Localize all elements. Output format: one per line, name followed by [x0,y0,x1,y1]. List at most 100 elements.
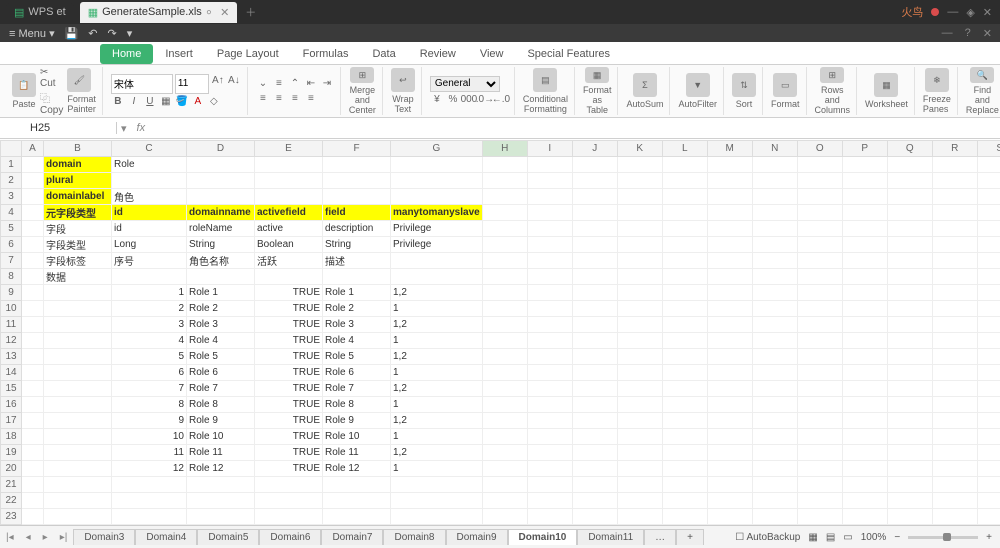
cell[interactable]: 1 [391,365,483,381]
comma-icon[interactable]: 000 [462,93,476,107]
cell[interactable] [617,429,662,445]
cell[interactable] [707,269,752,285]
cell[interactable]: 角色名称 [187,253,255,269]
cell[interactable] [572,509,617,525]
cell[interactable] [112,269,187,285]
tab-data[interactable]: Data [360,44,407,64]
cell[interactable] [527,349,572,365]
cell[interactable] [187,493,255,509]
cell[interactable]: Role 12 [323,461,391,477]
cell[interactable] [842,189,887,205]
cell[interactable] [752,173,797,189]
cell[interactable] [977,429,1000,445]
font-name-input[interactable] [111,74,173,94]
cell[interactable] [572,317,617,333]
cell[interactable] [572,221,617,237]
cell[interactable] [752,397,797,413]
align-justify-icon[interactable]: ≡ [304,92,318,106]
col-header[interactable]: L [662,141,707,157]
dec-inc-icon[interactable]: .0→ [478,93,492,107]
cell[interactable] [662,205,707,221]
cell[interactable] [527,429,572,445]
cell[interactable] [932,477,977,493]
row-header[interactable]: 3 [1,189,22,205]
cell[interactable]: TRUE [255,461,323,477]
zoom-in-icon[interactable]: + [986,532,992,543]
cell[interactable] [617,461,662,477]
cell[interactable]: 1,2 [391,317,483,333]
cell[interactable] [323,493,391,509]
cell[interactable] [977,349,1000,365]
cell[interactable] [255,509,323,525]
cell[interactable] [572,269,617,285]
redo-icon[interactable]: ↷ [108,27,117,40]
cell[interactable] [482,445,527,461]
cell[interactable] [44,317,112,333]
cell[interactable]: 1,2 [391,445,483,461]
fmttable-icon[interactable]: ▦ [585,67,609,83]
cell[interactable] [662,381,707,397]
tab-home[interactable]: Home [100,44,153,64]
col-header[interactable]: A [22,141,44,157]
cell[interactable] [887,381,932,397]
number-format-select[interactable]: General [430,76,500,92]
cell[interactable] [842,285,887,301]
cell[interactable] [887,333,932,349]
cell[interactable]: 元字段类型 [44,205,112,221]
row-header[interactable]: 10 [1,301,22,317]
cell[interactable] [752,253,797,269]
cell[interactable]: Role 12 [187,461,255,477]
cell[interactable] [662,269,707,285]
cell[interactable] [662,253,707,269]
copy-button[interactable]: ⿻ Copy [40,90,63,116]
cell[interactable] [482,317,527,333]
cell[interactable] [527,237,572,253]
cell[interactable] [617,381,662,397]
cell[interactable]: Role 5 [187,349,255,365]
cell[interactable]: 1 [391,429,483,445]
col-header[interactable]: K [617,141,662,157]
cell[interactable] [707,237,752,253]
cell[interactable] [617,221,662,237]
cell[interactable] [482,349,527,365]
indent-inc-icon[interactable]: ⇥ [320,77,334,91]
cell[interactable]: 5 [112,349,187,365]
cell[interactable] [527,157,572,173]
cell[interactable]: plural [44,173,112,189]
cell[interactable] [482,237,527,253]
freeze-icon[interactable]: ❄ [925,68,949,92]
cell[interactable] [662,493,707,509]
cell[interactable] [255,269,323,285]
cell[interactable] [932,301,977,317]
align-mid-icon[interactable]: ≡ [272,77,286,91]
tab-formulas[interactable]: Formulas [291,44,361,64]
row-header[interactable]: 2 [1,173,22,189]
cell[interactable] [662,349,707,365]
cell[interactable] [572,461,617,477]
cell[interactable] [842,173,887,189]
cell[interactable]: Role 4 [187,333,255,349]
cell[interactable] [323,189,391,205]
cell[interactable] [323,173,391,189]
cell[interactable] [932,429,977,445]
cell[interactable] [572,397,617,413]
cell[interactable] [707,429,752,445]
minimize-icon[interactable]: — [947,6,958,18]
cell[interactable] [707,397,752,413]
cell[interactable] [617,157,662,173]
cell[interactable] [255,157,323,173]
cell[interactable] [323,477,391,493]
cell[interactable]: Role 8 [323,397,391,413]
sheet-tab[interactable]: Domain8 [383,529,445,545]
cell[interactable]: 描述 [323,253,391,269]
cell[interactable]: Role 3 [323,317,391,333]
row-header[interactable]: 20 [1,461,22,477]
cell[interactable]: TRUE [255,349,323,365]
cell[interactable] [797,269,842,285]
cell[interactable] [977,365,1000,381]
cell[interactable] [887,285,932,301]
find-icon[interactable]: 🔍 [970,67,994,83]
cell[interactable] [22,509,44,525]
cell[interactable] [977,317,1000,333]
cell[interactable] [391,173,483,189]
